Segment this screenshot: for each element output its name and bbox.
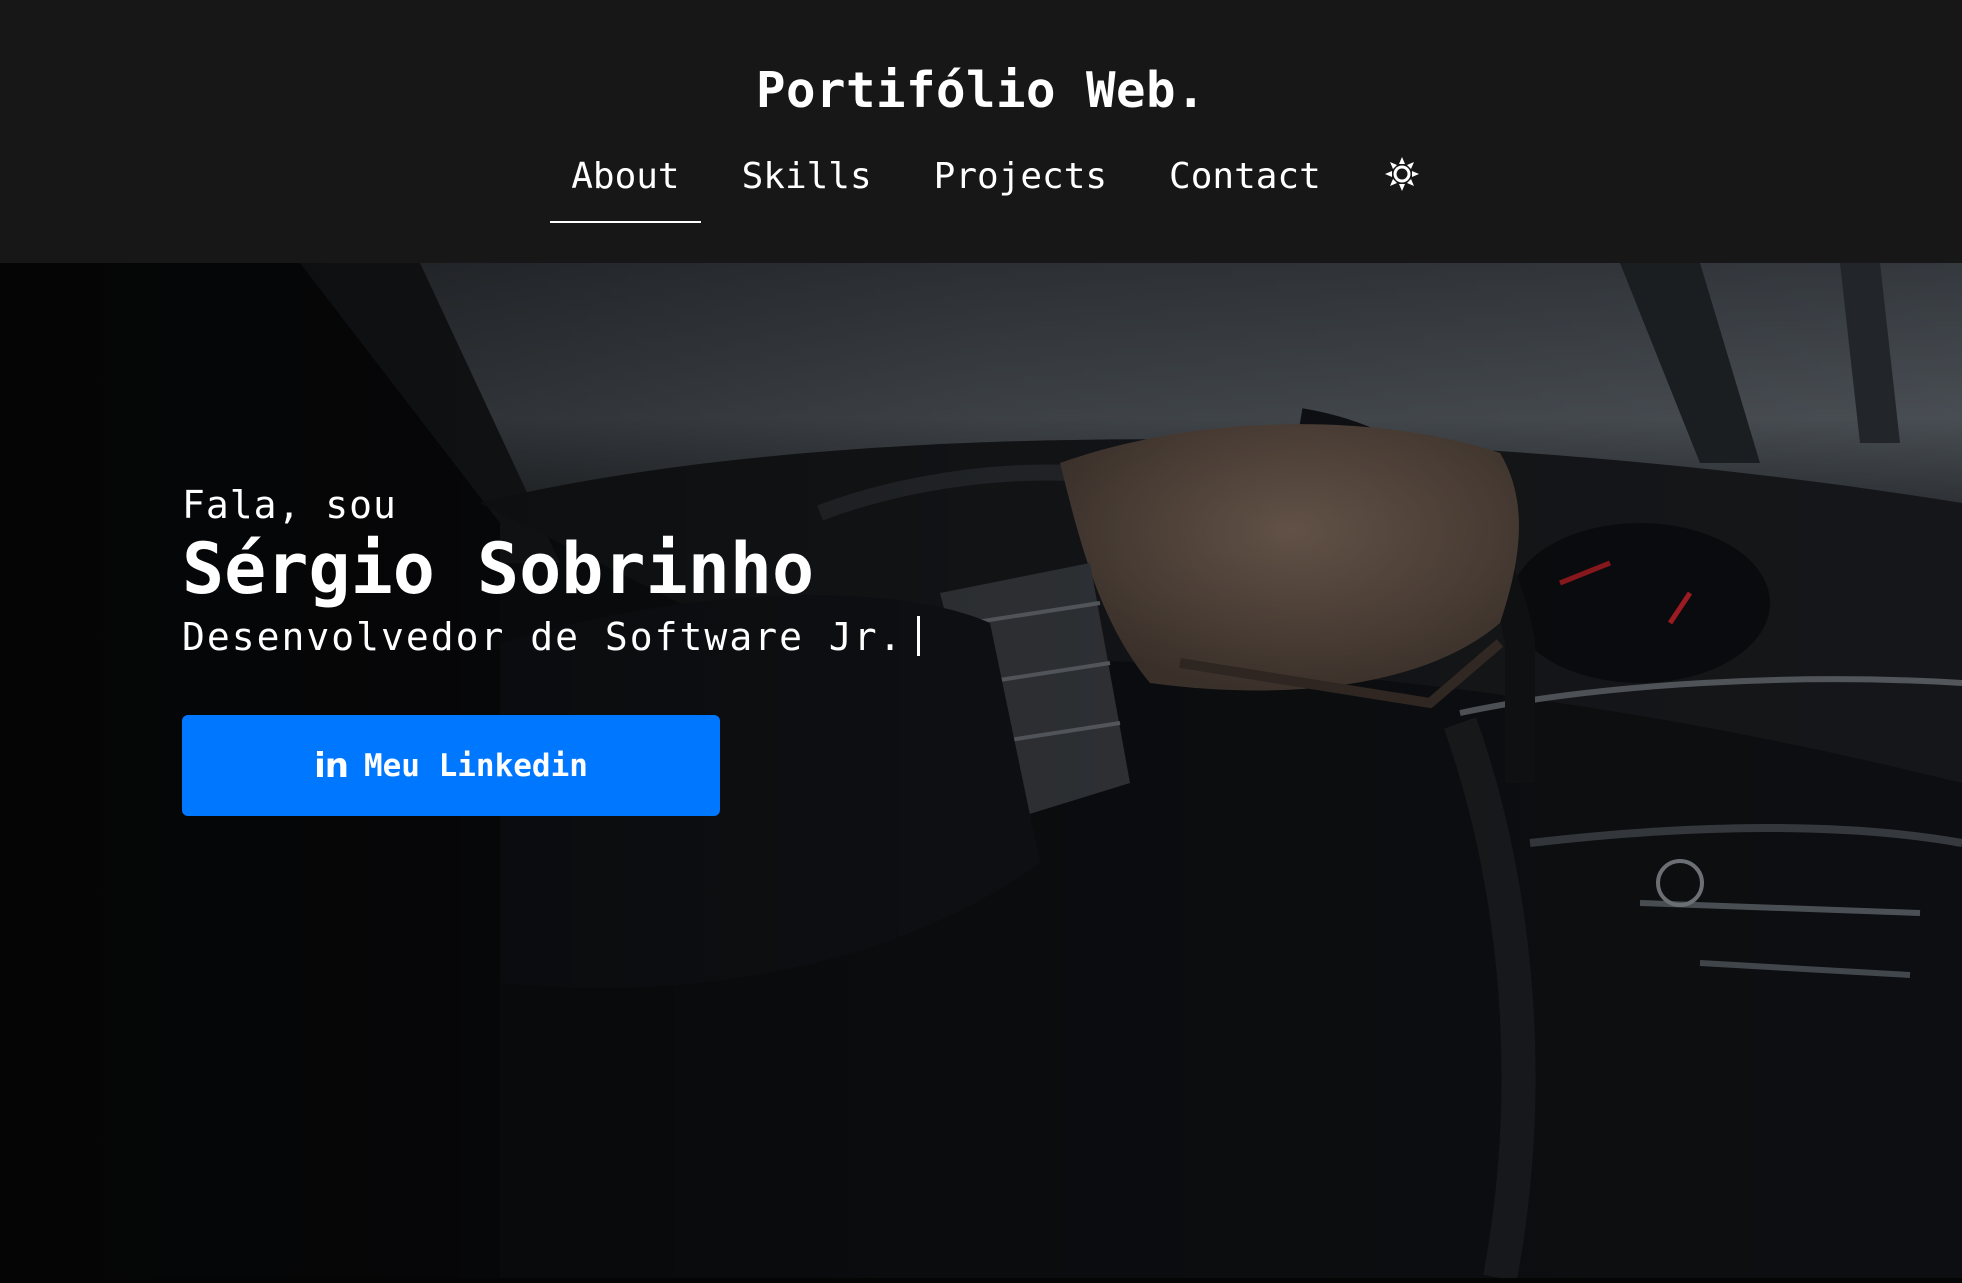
nav-link-contact[interactable]: Contact: [1148, 150, 1342, 223]
hero-greeting: Fala, sou: [182, 483, 397, 527]
linkedin-icon: in: [314, 745, 349, 786]
typing-caret: [917, 616, 921, 656]
hero-role-line: Desenvolvedor de Software Jr.: [182, 615, 921, 659]
site-header: Portifólio Web. About Skills Projects Co…: [0, 0, 1962, 263]
hero-name: Sérgio Sobrinho: [182, 528, 815, 610]
hero-role: Desenvolvedor de Software Jr.: [182, 615, 904, 659]
main-nav: About Skills Projects Contact: [0, 150, 1962, 223]
theme-toggle-button[interactable]: [1382, 154, 1422, 194]
linkedin-button[interactable]: in Meu Linkedin: [182, 715, 720, 816]
nav-link-about[interactable]: About: [550, 150, 701, 223]
nav-link-skills[interactable]: Skills: [721, 150, 893, 223]
linkedin-button-label: Meu Linkedin: [363, 747, 588, 784]
page-bottom-edge: [0, 1278, 1962, 1283]
hero-content: Fala, sou Sérgio Sobrinho Desenvolvedor …: [182, 483, 921, 816]
brand-title[interactable]: Portifólio Web.: [0, 62, 1962, 119]
nav-link-projects[interactable]: Projects: [913, 150, 1128, 223]
hero-section: Fala, sou Sérgio Sobrinho Desenvolvedor …: [0, 263, 1962, 1278]
sun-icon: [1384, 157, 1419, 191]
